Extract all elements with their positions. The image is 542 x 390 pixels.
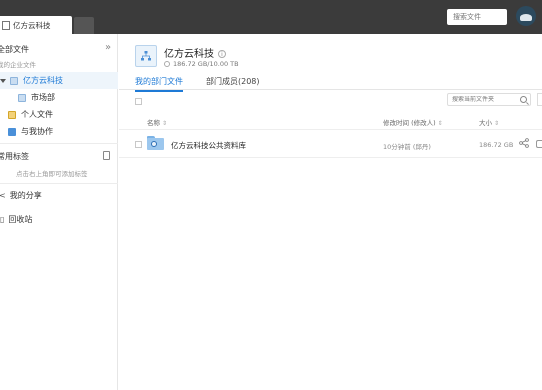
sort-icon: ⇕ — [162, 120, 168, 127]
column-name[interactable]: 名称 ⇕ — [147, 117, 167, 127]
department-icon — [135, 45, 157, 67]
view-toggle-button[interactable] — [537, 93, 542, 106]
file-name[interactable]: 亿方云科技公共资料库 — [171, 140, 246, 151]
document-icon — [2, 20, 10, 30]
column-size-label: 大小 — [479, 119, 492, 127]
sort-icon: ⇕ — [437, 120, 443, 127]
main-panel: 亿方云科技 i 186.72 GB/10.00 TB 我的部门文件 部门成员(20… — [119, 34, 542, 390]
sidebar: 全部文件 » 我的企业文件 亿方云科技 市场部 个人文件 与我协作 常用标签 点… — [0, 34, 118, 390]
all-files-label: 全部文件 — [0, 45, 29, 54]
top-search-input[interactable] — [453, 13, 507, 21]
row-checkbox[interactable] — [135, 141, 142, 148]
share-icon: < — [0, 191, 6, 200]
info-icon[interactable]: i — [218, 50, 226, 58]
top-bar: 亿方云科技 — [0, 0, 542, 34]
department-icon — [18, 93, 26, 102]
content-tabs: 我的部门文件 部门成员(208) — [119, 74, 542, 92]
select-all-checkbox[interactable] — [135, 98, 142, 105]
department-icon — [10, 76, 18, 85]
top-search-box[interactable] — [447, 9, 507, 25]
tab-dept-members[interactable]: 部门成员(208) — [206, 76, 260, 87]
tags-title-label: 常用标签 — [0, 152, 29, 161]
sidebar-item-shares[interactable]: < 我的分享 — [0, 190, 42, 201]
sidebar-tags-hint: 点击右上角即可添加标签 — [16, 168, 88, 178]
expand-arrow-icon[interactable] — [0, 78, 6, 83]
table-header: 名称 ⇕ 修改时间 (修改人) ⇕ 大小 ⇕ — [119, 114, 542, 130]
user-avatar[interactable] — [516, 6, 536, 26]
storage-quota: 186.72 GB/10.00 TB — [164, 60, 239, 68]
column-modified-label: 修改时间 (修改人) — [383, 119, 436, 127]
sidebar-enterprise-files: 我的企业文件 — [0, 59, 36, 69]
personal-label: 个人文件 — [21, 110, 53, 119]
enterprise-files-label: 我的企业文件 — [0, 61, 36, 69]
column-size[interactable]: 大小 ⇕ — [479, 117, 499, 127]
folder-search-box[interactable] — [447, 93, 531, 106]
quota-text: 186.72 GB/10.00 TB — [173, 60, 239, 68]
tab-label: 亿方云科技 — [13, 20, 51, 30]
divider — [0, 143, 118, 144]
dept-name-text: 亿方云科技 — [164, 49, 214, 60]
trash-icon: ▯ — [0, 215, 5, 224]
column-name-label: 名称 — [147, 119, 160, 127]
tag-manage-icon[interactable] — [103, 151, 110, 160]
storage-icon — [164, 61, 170, 67]
sidebar-tags-title: 常用标签 — [0, 151, 29, 162]
sidebar-item-recycle[interactable]: ▯ 回收站 — [0, 214, 32, 225]
divider — [0, 183, 118, 184]
recycle-label: 回收站 — [8, 215, 33, 224]
market-label: 市场部 — [31, 93, 55, 102]
sidebar-item-collab[interactable]: 与我协作 — [8, 126, 53, 137]
share-icon[interactable] — [519, 138, 529, 148]
company-label: 亿方云科技 — [23, 76, 63, 85]
column-modified[interactable]: 修改时间 (修改人) ⇕ — [383, 117, 443, 127]
sidebar-item-personal[interactable]: 个人文件 — [8, 109, 53, 120]
folder-search-input[interactable] — [452, 96, 518, 103]
file-modified: 10分钟前 (邱丹) — [383, 143, 431, 151]
collaboration-icon — [8, 127, 16, 136]
file-size: 186.72 GB — [479, 141, 514, 149]
collab-label: 与我协作 — [21, 127, 53, 136]
table-row[interactable]: 亿方云科技公共资料库 10分钟前 (邱丹) 186.72 GB — [119, 130, 542, 158]
tags-hint-label: 点击右上角即可添加标签 — [16, 170, 88, 178]
sort-icon: ⇕ — [494, 120, 500, 127]
shared-folder-icon — [147, 136, 164, 150]
shares-label: 我的分享 — [9, 191, 42, 200]
sidebar-item-market[interactable]: 市场部 — [18, 92, 55, 103]
personal-folder-icon — [8, 110, 16, 119]
collapse-sidebar-icon[interactable]: » — [105, 42, 111, 53]
search-icon[interactable] — [520, 96, 527, 103]
sidebar-item-company[interactable]: 亿方云科技 — [0, 75, 63, 86]
tab-company[interactable]: 亿方云科技 — [0, 16, 72, 34]
new-tab-button[interactable] — [74, 17, 94, 34]
tab-dept-files[interactable]: 我的部门文件 — [135, 76, 183, 92]
sidebar-all-files[interactable]: 全部文件 — [0, 44, 29, 55]
more-actions-icon[interactable] — [536, 140, 542, 148]
page-title: 亿方云科技 i — [164, 45, 226, 60]
